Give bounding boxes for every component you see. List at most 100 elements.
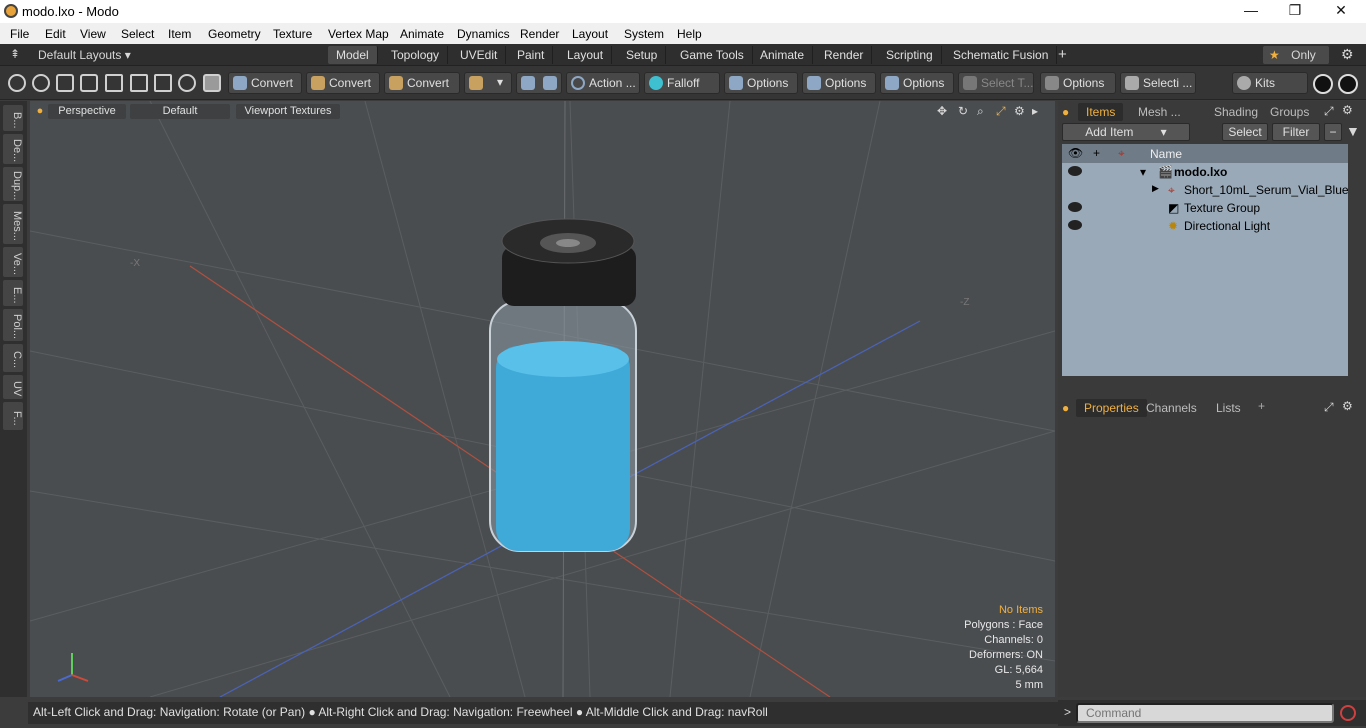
options-button-2[interactable]: Options — [802, 72, 876, 94]
tab-animate[interactable]: Animate — [752, 46, 814, 64]
expand-arrow-icon[interactable]: ▶ — [1152, 183, 1159, 194]
tab-mesh[interactable]: Mesh ... — [1130, 103, 1189, 121]
left-tab-mesh-edit[interactable]: Mes... — [3, 204, 23, 244]
left-tab-deform[interactable]: De... — [3, 134, 23, 164]
tab-uvedit[interactable]: UVEdit — [452, 46, 507, 64]
zoom-icon[interactable]: ⌕ — [977, 104, 984, 119]
minimize-button[interactable]: — — [1236, 2, 1266, 20]
left-tab-basic[interactable]: B... — [3, 105, 23, 131]
menu-geometry[interactable]: Geometry — [208, 27, 261, 41]
viewport-expand-icon[interactable]: ▸ — [1032, 104, 1038, 118]
select-button[interactable]: Select — [1222, 123, 1268, 141]
expand-arrow-icon[interactable]: ▾ — [1140, 165, 1146, 179]
add-tab-button[interactable]: + — [1058, 46, 1067, 63]
panel-gear-icon[interactable]: ⚙ — [1342, 103, 1353, 117]
tab-render[interactable]: Render — [816, 46, 873, 64]
item-mode-icon[interactable] — [203, 74, 221, 92]
unity-icon[interactable] — [1313, 74, 1333, 94]
tab-setup[interactable]: Setup — [618, 46, 667, 64]
visibility-column-icon[interactable]: 👁 — [1068, 146, 1083, 160]
left-tab-curve[interactable]: C... — [3, 344, 23, 372]
collapse-icon[interactable]: − — [1324, 123, 1342, 141]
selection-sets-button[interactable]: Selecti ... — [1120, 72, 1196, 94]
tab-model[interactable]: Model — [328, 46, 378, 64]
tab-groups[interactable]: Groups — [1262, 103, 1317, 121]
select-mode-icon[interactable] — [8, 74, 26, 92]
convert-button-2[interactable]: Convert — [306, 72, 380, 94]
viewport-menu-dot[interactable]: ● — [34, 104, 46, 119]
options-button-4[interactable]: Options — [1040, 72, 1116, 94]
tab-items[interactable]: Items — [1078, 103, 1124, 121]
restore-button[interactable]: ❐ — [1280, 2, 1310, 20]
convert-button-1[interactable]: Convert — [228, 72, 302, 94]
name-column-header[interactable]: Name — [1150, 147, 1182, 161]
lock-column-icon[interactable]: + — [1093, 146, 1100, 160]
options-button-1[interactable]: Options — [724, 72, 798, 94]
select-through-button[interactable]: Select T... — [958, 72, 1034, 94]
menu-dynamics[interactable]: Dynamics — [457, 27, 510, 41]
only-toggle[interactable]: ★ Only — [1263, 46, 1329, 64]
menu-texture[interactable]: Texture — [273, 27, 312, 41]
globe-icon[interactable] — [32, 74, 50, 92]
visibility-eye-icon[interactable] — [1068, 166, 1082, 176]
viewport-gear-icon[interactable]: ⚙ — [1014, 104, 1025, 118]
kits-button[interactable]: Kits — [1232, 72, 1308, 94]
left-tab-duplicate[interactable]: Dup... — [3, 167, 23, 201]
tab-layout[interactable]: Layout — [559, 46, 613, 64]
type-column-icon[interactable]: ⌖ — [1118, 146, 1125, 161]
menu-render[interactable]: Render — [520, 27, 559, 41]
menu-item[interactable]: Item — [168, 27, 191, 41]
default-layouts-dropdown[interactable]: Default Layouts ▾ — [38, 48, 131, 62]
close-button[interactable]: ✕ — [1326, 2, 1356, 20]
tab-scripting[interactable]: Scripting — [878, 46, 942, 64]
menu-layout[interactable]: Layout — [572, 27, 608, 41]
tree-row-scene[interactable]: ▾ 🎬 modo.lxo — [1062, 163, 1348, 181]
vertex-icon[interactable] — [105, 74, 123, 92]
panel-menu-dot[interactable]: ● — [1062, 105, 1069, 119]
menu-system[interactable]: System — [624, 27, 664, 41]
pan-icon[interactable]: ✥ — [937, 104, 947, 118]
menu-vertex-map[interactable]: Vertex Map — [328, 27, 389, 41]
menu-select[interactable]: Select — [121, 27, 154, 41]
tab-paint[interactable]: Paint — [509, 46, 554, 64]
material-icon[interactable] — [178, 74, 196, 92]
tab-channels[interactable]: Channels — [1138, 399, 1205, 417]
menu-file[interactable]: File — [10, 27, 29, 41]
viewport-textures-dropdown[interactable]: Viewport Textures — [236, 104, 340, 119]
edge-icon[interactable] — [130, 74, 148, 92]
falloff-button[interactable]: Falloff — [644, 72, 720, 94]
menu-edit[interactable]: Edit — [45, 27, 66, 41]
left-tab-uv[interactable]: UV — [3, 375, 23, 399]
panel-gear-icon[interactable]: ⚙ — [1342, 399, 1353, 413]
visibility-eye-icon[interactable] — [1068, 202, 1082, 212]
tab-game-tools[interactable]: Game Tools — [672, 46, 753, 64]
filter-funnel-icon[interactable]: ▼ — [1346, 123, 1360, 139]
tree-row-light[interactable]: ✹ Directional Light — [1062, 217, 1348, 235]
layout-arrow-icon[interactable]: ⇞ — [10, 47, 20, 61]
polygon-icon[interactable] — [154, 74, 172, 92]
visibility-eye-icon[interactable] — [1068, 220, 1082, 230]
menu-help[interactable]: Help — [677, 27, 702, 41]
3d-viewport[interactable]: ● Perspective Default Viewport Textures … — [30, 101, 1055, 697]
menu-animate[interactable]: Animate — [400, 27, 444, 41]
pen-icon[interactable] — [56, 74, 74, 92]
menu-view[interactable]: View — [80, 27, 106, 41]
tab-lists[interactable]: Lists — [1208, 399, 1249, 417]
tab-topology[interactable]: Topology — [383, 46, 449, 64]
convert-button-3[interactable]: Convert — [384, 72, 460, 94]
brush-icon[interactable] — [80, 74, 98, 92]
shield-toggle[interactable] — [516, 72, 562, 94]
left-tab-edge[interactable]: E... — [3, 280, 23, 306]
tree-row-mesh[interactable]: ▶ ⌖ Short_10mL_Serum_Vial_Blue — [1062, 181, 1349, 199]
rotate-icon[interactable]: ↻ — [958, 104, 968, 118]
action-center-button[interactable]: Action ... — [566, 72, 640, 94]
panel-expand-icon[interactable]: ⤢ — [1324, 104, 1334, 119]
record-icon[interactable] — [1340, 705, 1356, 721]
filter-button[interactable]: Filter — [1272, 123, 1320, 141]
symmetry-dropdown[interactable]: ▾ — [464, 72, 512, 94]
command-input[interactable] — [1076, 703, 1334, 723]
fit-icon[interactable]: ⤢ — [996, 104, 1006, 119]
tab-properties[interactable]: Properties — [1076, 399, 1147, 417]
add-tab-button[interactable]: + — [1258, 399, 1265, 413]
tab-shading[interactable]: Shading — [1206, 103, 1266, 121]
